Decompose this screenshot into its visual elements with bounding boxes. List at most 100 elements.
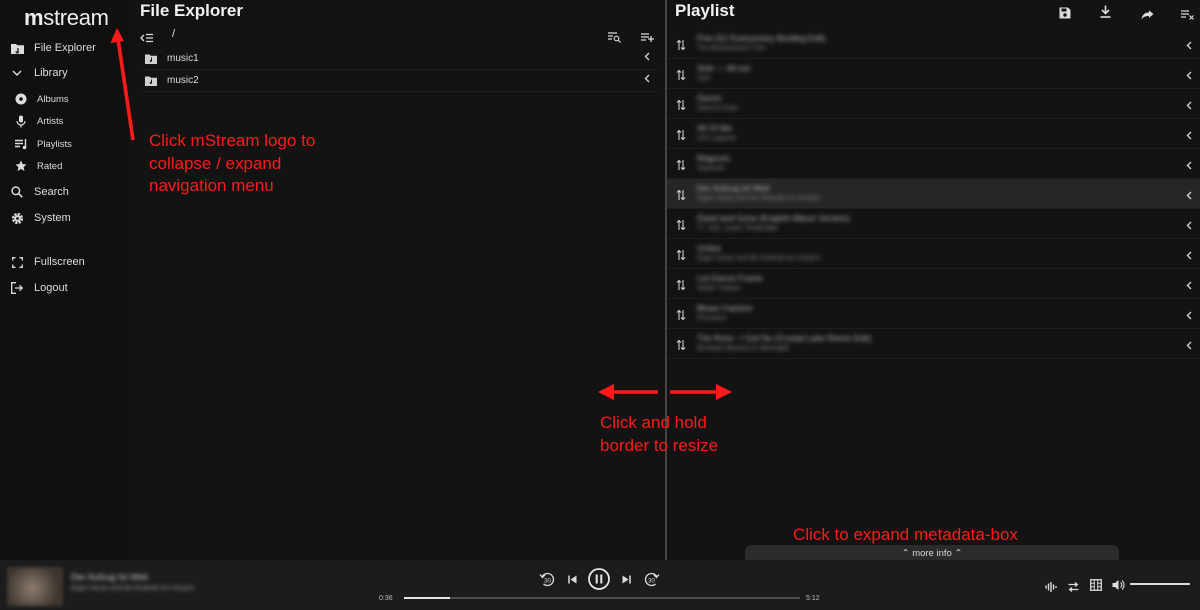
play-pause-button[interactable] [588, 568, 610, 590]
song-artist: The Bnmuntstors Trim [697, 45, 766, 52]
drag-handle-icon[interactable] [676, 188, 686, 201]
drag-handle-icon[interactable] [676, 38, 686, 51]
playlist-row[interactable]: Denim Dainrut Hoan [667, 89, 1200, 119]
drag-handle-icon[interactable] [676, 338, 686, 351]
queue-view-icon[interactable] [1090, 578, 1102, 596]
download-icon[interactable] [1100, 5, 1111, 23]
sidebar-item-label: Playlists [37, 138, 72, 150]
chevron-left-icon[interactable] [1186, 67, 1192, 85]
song-artist: Eigen Nivas and Be Rednalt em Herjem [697, 195, 821, 202]
file-explorer-title: File Explorer [140, 1, 243, 20]
current-time: 0:36 [379, 595, 393, 602]
song-artist: Phonteen [697, 315, 727, 322]
song-title: Magnum [697, 153, 731, 163]
chevron-left-icon[interactable] [1186, 127, 1192, 145]
drag-handle-icon[interactable] [676, 218, 686, 231]
previous-button[interactable] [567, 574, 577, 584]
playlist-icon [14, 137, 28, 151]
drag-handle-icon[interactable] [676, 158, 686, 171]
sidebar-item-search[interactable]: Search [0, 182, 129, 202]
replay-30-icon: 30 [539, 572, 555, 587]
skip-forward-button[interactable]: 30 [644, 571, 660, 587]
player-bar: Der Aufzug Ist Weit Eigen Nivas and Be R… [0, 560, 1200, 610]
share-icon[interactable] [1141, 7, 1154, 25]
song-artist: Sadmoth [697, 165, 726, 172]
song-artist: Dainrut Hoan [697, 105, 739, 112]
audio-visualizer-icon[interactable] [1045, 579, 1057, 597]
playlist-row[interactable]: Unties Eigen Nivas and Be Rednalt em Herj… [667, 239, 1200, 269]
folder-icon [145, 54, 157, 64]
sidebar-item-label: Artists [37, 115, 64, 127]
chevron-left-icon[interactable] [1186, 337, 1192, 355]
song-title: Dead and Gone (English Album Version) [697, 213, 850, 223]
playlist-row[interactable]: Der Aufzug Ist Weit Eigen Nivas and Be Re… [667, 179, 1200, 209]
mstream-logo[interactable]: mstream [24, 5, 109, 31]
drag-handle-icon[interactable] [676, 98, 686, 111]
volume-slider[interactable] [1130, 583, 1190, 585]
drag-handle-icon[interactable] [676, 248, 686, 261]
chevron-left-icon[interactable] [644, 74, 650, 86]
annotation-arrow-resize [598, 384, 732, 400]
sidebar-item-logout[interactable]: Logout [0, 278, 129, 298]
chevron-left-icon[interactable] [1186, 157, 1192, 175]
chevron-up-icon: ⌃ [901, 548, 910, 559]
annotation-resize: Click and hold border to resize [600, 413, 719, 455]
save-playlist-icon[interactable] [1059, 6, 1071, 24]
forward-30-icon: 30 [644, 572, 660, 587]
drag-handle-icon[interactable] [676, 128, 686, 141]
sidebar-item-fullscreen[interactable]: Fullscreen [0, 252, 129, 272]
progress-bar[interactable] [404, 597, 800, 599]
sidebar-item-label: Logout [34, 282, 68, 294]
repeat-icon[interactable] [1068, 579, 1079, 597]
pause-icon [588, 568, 610, 590]
folder-row-music2[interactable]: music2 [140, 70, 658, 92]
sidebar-item-label: Rated [37, 160, 63, 172]
song-title: All Of Me [697, 123, 732, 133]
skip-back-button[interactable]: 30 [539, 571, 555, 587]
playlist-row[interactable]: Let Dance Frame Walsh Tubard [667, 269, 1200, 299]
drag-handle-icon[interactable] [676, 308, 686, 321]
annotation-logo: Click mStream logo to collapse / expand … [149, 131, 316, 195]
more-info-label: more info [912, 548, 952, 559]
gear-icon [9, 210, 25, 226]
progress-fill [404, 597, 450, 599]
back-icon[interactable] [140, 30, 153, 48]
playlist-row[interactable]: Magnum Sadmoth [667, 149, 1200, 179]
annotation-metadata: Click to expand metadata-box [793, 525, 1018, 544]
chevron-down-icon [9, 65, 25, 81]
chevron-left-icon[interactable] [1186, 217, 1192, 235]
song-artist: Eigen Nivas and Be Rednalt em Herjem [697, 255, 821, 262]
chevron-left-icon[interactable] [1186, 247, 1192, 265]
chevron-left-icon[interactable] [1186, 37, 1192, 55]
volume-icon[interactable] [1112, 578, 1125, 596]
folder-row-music1[interactable]: music1 [140, 48, 658, 70]
playlist-row[interactable]: The Rock - I Got No (Crystal Lake Remix … [667, 329, 1200, 359]
add-all-icon[interactable] [641, 30, 654, 48]
next-button[interactable] [621, 574, 631, 584]
song-artist: Walsh Tubard [697, 285, 740, 292]
chevron-left-icon[interactable] [644, 52, 650, 64]
chevron-left-icon[interactable] [1186, 97, 1192, 115]
annotation-arrow-logo [110, 28, 135, 141]
search-icon [9, 184, 25, 200]
playlist-row[interactable]: Blown Fashion Phonteen [667, 299, 1200, 329]
chevron-left-icon[interactable] [1186, 187, 1192, 205]
search-files-icon[interactable] [608, 30, 621, 48]
clear-playlist-icon[interactable] [1181, 7, 1194, 25]
song-title: Der Aufzug Ist Weit [697, 183, 770, 193]
song-artist: T.I. feat. Justin Timberlake [697, 225, 779, 232]
sidebar-item-label: Search [34, 186, 69, 198]
folder-icon [145, 76, 157, 86]
playlist-row[interactable]: Sink — All out Sink [667, 59, 1200, 89]
drag-handle-icon[interactable] [676, 278, 686, 291]
song-title: Unties [697, 243, 722, 253]
playlist-row[interactable]: Dead and Gone (English Album Version) T.I… [667, 209, 1200, 239]
playlist-row[interactable]: Five 0(1 Everyonesy Bootleg Edit) The Bnm… [667, 29, 1200, 59]
playlist-row[interactable]: All Of Me Unk Laguine [667, 119, 1200, 149]
chevron-left-icon[interactable] [1186, 307, 1192, 325]
drag-handle-icon[interactable] [676, 68, 686, 81]
chevron-left-icon[interactable] [1186, 277, 1192, 295]
sidebar-item-system[interactable]: System [0, 208, 129, 228]
sidebar-item-rated[interactable]: Rated [0, 156, 129, 176]
now-playing-artist: Eigen Nivas and Be Rednalt em Herjem [71, 585, 195, 592]
